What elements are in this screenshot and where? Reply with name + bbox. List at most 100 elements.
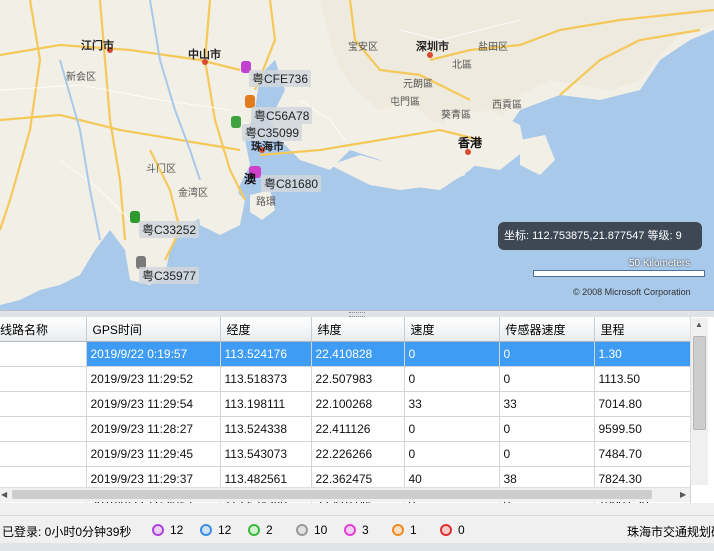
- table-row[interactable]: 2019/9/23 11:28:27 113.524338 22.411126 …: [0, 416, 691, 442]
- place-tunmen: 屯門區: [390, 97, 420, 108]
- scroll-left-arrow-icon[interactable]: ◀: [1, 490, 7, 499]
- cell-mileage: 1113.50: [594, 366, 691, 392]
- cell-sensor-speed: 0: [499, 441, 595, 467]
- column-header-latitude[interactable]: 纬度: [311, 317, 405, 342]
- place-shenzhen: 深圳市: [416, 41, 449, 53]
- cell-speed: 0: [404, 341, 500, 367]
- place-lujing: 路環: [256, 197, 276, 208]
- cell-sensor-speed: 0: [499, 341, 595, 367]
- status-dot-icon: [152, 524, 164, 536]
- cell-line-name: [0, 341, 87, 367]
- table-header: 线路名称 GPS时间 经度 纬度 速度 传感器速度 里程: [0, 317, 691, 342]
- status-count: 2: [266, 523, 273, 537]
- cell-longitude: 113.198111: [220, 391, 312, 417]
- cell-sensor-speed: 0: [499, 416, 595, 442]
- vehicle-label[interactable]: 粤C35977: [139, 267, 200, 284]
- cell-sensor-speed: 0: [499, 366, 595, 392]
- place-hongkong: 香港: [458, 136, 483, 150]
- table-row-selected[interactable]: 2019/9/22 0:19:57 113.524176 22.410828 0…: [0, 341, 691, 367]
- cell-speed: 33: [404, 391, 500, 417]
- map-copyright: © 2008 Microsoft Corporation: [573, 287, 691, 297]
- login-duration: 已登录: 0小时0分钟39秒: [2, 525, 132, 539]
- gps-table: 线路名称 GPS时间 经度 纬度 速度 传感器速度 里程 2019/9/22 0…: [0, 317, 691, 503]
- cell-speed: 0: [404, 441, 500, 467]
- vehicle-label[interactable]: 粤C35099: [242, 124, 303, 141]
- cell-longitude: 113.524176: [220, 341, 312, 367]
- cell-longitude: 113.543073: [220, 441, 312, 467]
- cell-longitude: 113.518373: [220, 366, 312, 392]
- horizontal-scrollbar[interactable]: ◀ ▶: [0, 487, 690, 502]
- place-doumen: 斗门区: [146, 164, 176, 175]
- cell-mileage: 7484.70: [594, 441, 691, 467]
- cell-mileage: 9599.50: [594, 416, 691, 442]
- scale-label: 50 Kilometers: [629, 258, 691, 269]
- place-xinhui: 新会区: [66, 72, 96, 83]
- scale-bar: [533, 270, 705, 277]
- cell-line-name: [0, 391, 87, 417]
- status-count: 3: [362, 523, 369, 537]
- vertical-scroll-thumb[interactable]: [693, 336, 706, 430]
- cell-mileage: 7014.80: [594, 391, 691, 417]
- status-dot-icon: [344, 524, 356, 536]
- map-view[interactable]: 江门市 新会区 中山市 宝安区 深圳市 盐田区 北區 元朗區 屯門區 葵青區 西…: [0, 0, 714, 310]
- cell-gps-time: 2019/9/22 0:19:57: [86, 341, 221, 367]
- column-header-line-name[interactable]: 线路名称: [0, 317, 87, 342]
- cell-gps-time: 2019/9/23 11:29:45: [86, 441, 221, 467]
- cell-line-name: [0, 416, 87, 442]
- table-row[interactable]: 2019/9/23 11:29:45 113.543073 22.226266 …: [0, 441, 691, 467]
- cell-gps-time: 2019/9/23 11:28:27: [86, 416, 221, 442]
- column-header-mileage[interactable]: 里程: [594, 317, 691, 342]
- scroll-up-arrow-icon[interactable]: ▲: [695, 320, 703, 329]
- status-bar: 已登录: 0小时0分钟39秒 12 12 2 10 3 1 0 珠海市交通规划研: [0, 515, 714, 544]
- cell-gps-time: 2019/9/23 11:29:52: [86, 366, 221, 392]
- scroll-right-arrow-icon[interactable]: ▶: [680, 490, 686, 499]
- vehicle-label[interactable]: 粤C33252: [139, 221, 200, 238]
- horizontal-scroll-thumb[interactable]: [12, 490, 652, 499]
- cell-line-name: [0, 366, 87, 392]
- cell-latitude: 22.507983: [311, 366, 405, 392]
- column-header-sensor-speed[interactable]: 传感器速度: [499, 317, 595, 342]
- vehicle-label[interactable]: 粤C81680: [261, 175, 322, 192]
- status-count: 10: [314, 523, 328, 537]
- table-row[interactable]: 2019/9/23 11:29:52 113.518373 22.507983 …: [0, 366, 691, 392]
- place-beiqu: 北區: [452, 60, 472, 71]
- status-dot-icon: [440, 524, 452, 536]
- column-header-longitude[interactable]: 经度: [220, 317, 312, 342]
- place-jinwan: 金湾区: [178, 188, 208, 199]
- status-count: 1: [410, 523, 417, 537]
- vehicle-label[interactable]: 粤CFE736: [249, 70, 312, 87]
- table-row[interactable]: 2019/9/23 11:29:54 113.198111 22.100268 …: [0, 391, 691, 417]
- status-count: 12: [218, 523, 232, 537]
- cell-line-name: [0, 441, 87, 467]
- cell-speed: 0: [404, 366, 500, 392]
- cell-speed: 0: [404, 416, 500, 442]
- cell-sensor-speed: 33: [499, 391, 595, 417]
- status-count: 0: [458, 523, 465, 537]
- gps-data-grid[interactable]: 线路名称 GPS时间 经度 纬度 速度 传感器速度 里程 2019/9/22 0…: [0, 317, 714, 503]
- status-dot-icon: [296, 524, 308, 536]
- cell-latitude: 22.100268: [311, 391, 405, 417]
- place-yuanlang: 元朗區: [403, 79, 433, 90]
- status-dot-icon: [248, 524, 260, 536]
- cell-gps-time: 2019/9/23 11:29:54: [86, 391, 221, 417]
- cell-latitude: 22.410828: [311, 341, 405, 367]
- place-baoan: 宝安区: [348, 42, 378, 53]
- cell-longitude: 113.524338: [220, 416, 312, 442]
- coordinate-tooltip: 坐标: 112.753875,21.877547 等级: 9: [498, 222, 702, 250]
- cell-mileage: 1.30: [594, 341, 691, 367]
- vertical-scrollbar[interactable]: ▲: [690, 318, 708, 485]
- organization-name: 珠海市交通规划研: [627, 525, 714, 539]
- vehicle-label[interactable]: 粤C56A78: [251, 107, 313, 124]
- taskbar-strip: [0, 543, 714, 551]
- place-jiangmen: 江门市: [81, 40, 114, 52]
- cell-latitude: 22.411126: [311, 416, 405, 442]
- status-dot-icon: [392, 524, 404, 536]
- cell-latitude: 22.226266: [311, 441, 405, 467]
- place-kuiqing: 葵青區: [441, 110, 471, 121]
- column-header-speed[interactable]: 速度: [404, 317, 500, 342]
- place-ao: 澳: [244, 172, 257, 186]
- status-dot-icon: [200, 524, 212, 536]
- place-xigong: 西貢區: [492, 100, 522, 111]
- place-zhongshan: 中山市: [188, 49, 221, 61]
- column-header-gps-time[interactable]: GPS时间: [86, 317, 221, 342]
